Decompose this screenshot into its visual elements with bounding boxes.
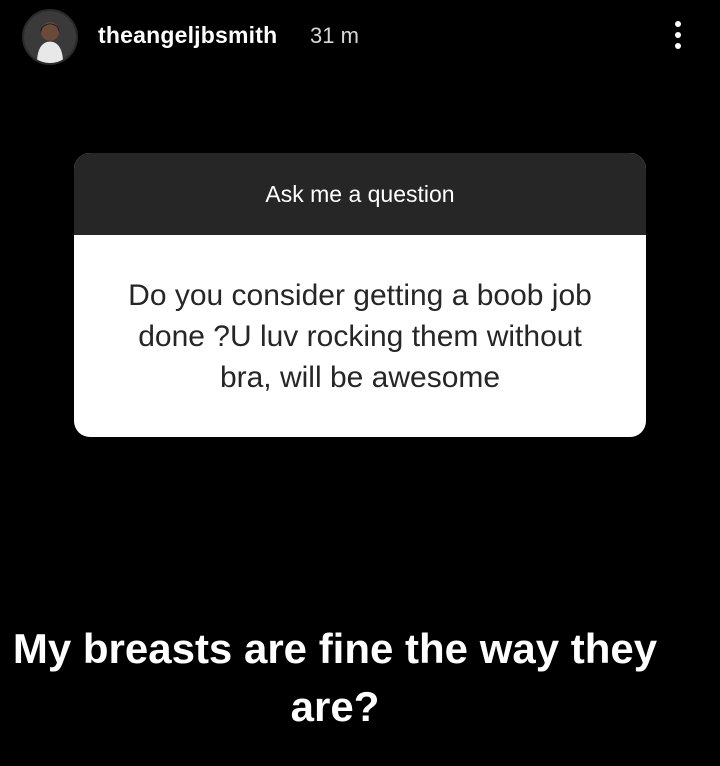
question-sticker-header: Ask me a question (74, 153, 646, 235)
vertical-ellipsis-icon[interactable] (666, 18, 690, 52)
question-text: Do you consider getting a boob job done … (128, 278, 592, 394)
dot (675, 32, 681, 38)
dot (675, 43, 681, 49)
question-sticker: Ask me a question Do you consider gettin… (74, 153, 646, 437)
story-timestamp: 31 m (310, 23, 359, 48)
profile-avatar-image (24, 11, 76, 63)
dot (675, 21, 681, 27)
story-header: theangeljbsmith 31 m (0, 0, 720, 72)
username[interactable]: theangeljbsmith (98, 22, 277, 49)
avatar[interactable] (22, 9, 78, 65)
answer-text: My breasts are fine the way they are? (12, 625, 658, 730)
question-sticker-body: Do you consider getting a boob job done … (74, 235, 646, 437)
question-sticker-title: Ask me a question (265, 180, 455, 207)
